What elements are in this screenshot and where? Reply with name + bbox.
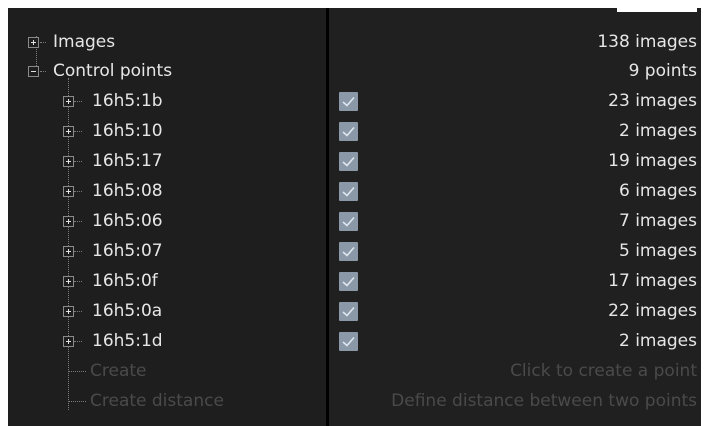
create-distance-hint: Define distance between two points xyxy=(391,391,697,411)
tree-connector xyxy=(69,371,86,372)
point-visibility-checkbox[interactable] xyxy=(339,122,358,141)
point-id: 16h5:17 xyxy=(92,151,163,171)
tree-connector xyxy=(74,221,82,222)
tree-connector xyxy=(74,191,82,192)
tree-node-point[interactable]: 16h5:17 xyxy=(92,147,163,176)
checkmark-icon xyxy=(342,186,355,197)
tree-connector xyxy=(74,251,82,252)
tree-node-control-points[interactable]: Control points xyxy=(53,57,172,86)
point-image-count: 23 images xyxy=(608,91,697,111)
images-count: 138 images xyxy=(597,32,697,52)
expand-point-icon[interactable] xyxy=(63,246,74,257)
tree-value-column: 138 images 9 points 23 images 2 images 1… xyxy=(329,8,701,426)
point-image-count: 17 images xyxy=(608,271,697,291)
create-point-item[interactable]: Create xyxy=(90,357,147,386)
expand-point-icon[interactable] xyxy=(63,126,74,137)
point-visibility-checkbox[interactable] xyxy=(339,272,358,291)
tree-label-column: Images Control points 16h5:1b 16h5:10 16… xyxy=(8,8,326,426)
point-id: 16h5:06 xyxy=(92,211,163,231)
tree-node-images[interactable]: Images xyxy=(53,28,115,57)
expand-point-icon[interactable] xyxy=(63,186,74,197)
tree-node-point[interactable]: 16h5:0a xyxy=(92,297,162,326)
point-image-count: 6 images xyxy=(618,181,697,201)
checkmark-icon xyxy=(342,336,355,347)
point-image-count: 19 images xyxy=(608,151,697,171)
tree-node-point[interactable]: 16h5:10 xyxy=(92,117,163,146)
checkmark-icon xyxy=(342,306,355,317)
point-id: 16h5:0f xyxy=(92,271,158,291)
create-label: Create xyxy=(90,361,147,381)
tree-connector xyxy=(40,42,46,43)
points-count: 9 points xyxy=(628,61,697,81)
point-visibility-checkbox[interactable] xyxy=(339,332,358,351)
checkmark-icon xyxy=(342,126,355,137)
tree-node-point[interactable]: 16h5:06 xyxy=(92,207,163,236)
collapse-control-points-icon[interactable] xyxy=(28,66,39,77)
checkmark-icon xyxy=(342,96,355,107)
tree-connector xyxy=(69,401,86,402)
expand-point-icon[interactable] xyxy=(63,96,74,107)
create-hint: Click to create a point xyxy=(510,361,697,381)
checkmark-icon xyxy=(342,246,355,257)
expand-point-icon[interactable] xyxy=(63,216,74,227)
tree-node-point[interactable]: 16h5:1b xyxy=(92,87,163,116)
point-id: 16h5:1d xyxy=(92,331,163,351)
tree-connector xyxy=(74,101,82,102)
point-image-count: 2 images xyxy=(618,121,697,141)
point-id: 16h5:0a xyxy=(92,301,163,321)
checkmark-icon xyxy=(342,216,355,227)
point-visibility-checkbox[interactable] xyxy=(339,302,358,321)
checkmark-icon xyxy=(342,276,355,287)
checkmark-icon xyxy=(342,156,355,167)
tree-connector xyxy=(74,281,82,282)
point-id: 16h5:1b xyxy=(92,91,163,111)
tree-node-point[interactable]: 16h5:1d xyxy=(92,327,163,356)
tree-connector xyxy=(40,71,46,72)
expand-point-icon[interactable] xyxy=(63,276,74,287)
tree-node-point[interactable]: 16h5:07 xyxy=(92,237,163,266)
window: Images Control points 16h5:1b 16h5:10 16… xyxy=(0,0,709,426)
tree-node-label: Control points xyxy=(53,61,173,81)
create-distance-item[interactable]: Create distance xyxy=(90,387,224,416)
point-visibility-checkbox[interactable] xyxy=(339,152,358,171)
project-tree-panel: Images Control points 16h5:1b 16h5:10 16… xyxy=(8,8,701,426)
tree-connector xyxy=(74,311,82,312)
point-visibility-checkbox[interactable] xyxy=(339,212,358,231)
point-image-count: 5 images xyxy=(618,241,697,261)
point-id: 16h5:10 xyxy=(92,121,163,141)
point-id: 16h5:08 xyxy=(92,181,163,201)
tree-node-point[interactable]: 16h5:0f xyxy=(92,267,158,296)
tree-node-label: Images xyxy=(53,32,116,52)
expand-point-icon[interactable] xyxy=(63,336,74,347)
point-id: 16h5:07 xyxy=(92,241,163,261)
point-image-count: 22 images xyxy=(608,301,697,321)
point-image-count: 2 images xyxy=(618,331,697,351)
expand-point-icon[interactable] xyxy=(63,306,74,317)
create-distance-label: Create distance xyxy=(90,391,224,411)
expand-images-icon[interactable] xyxy=(28,37,39,48)
tree-connector xyxy=(74,161,82,162)
point-visibility-checkbox[interactable] xyxy=(339,182,358,201)
expand-point-icon[interactable] xyxy=(63,156,74,167)
point-visibility-checkbox[interactable] xyxy=(339,92,358,111)
filter-input[interactable] xyxy=(617,8,697,12)
tree-connector xyxy=(74,131,82,132)
point-visibility-checkbox[interactable] xyxy=(339,242,358,261)
tree-node-point[interactable]: 16h5:08 xyxy=(92,177,163,206)
tree-connector xyxy=(74,341,82,342)
point-image-count: 7 images xyxy=(618,211,697,231)
